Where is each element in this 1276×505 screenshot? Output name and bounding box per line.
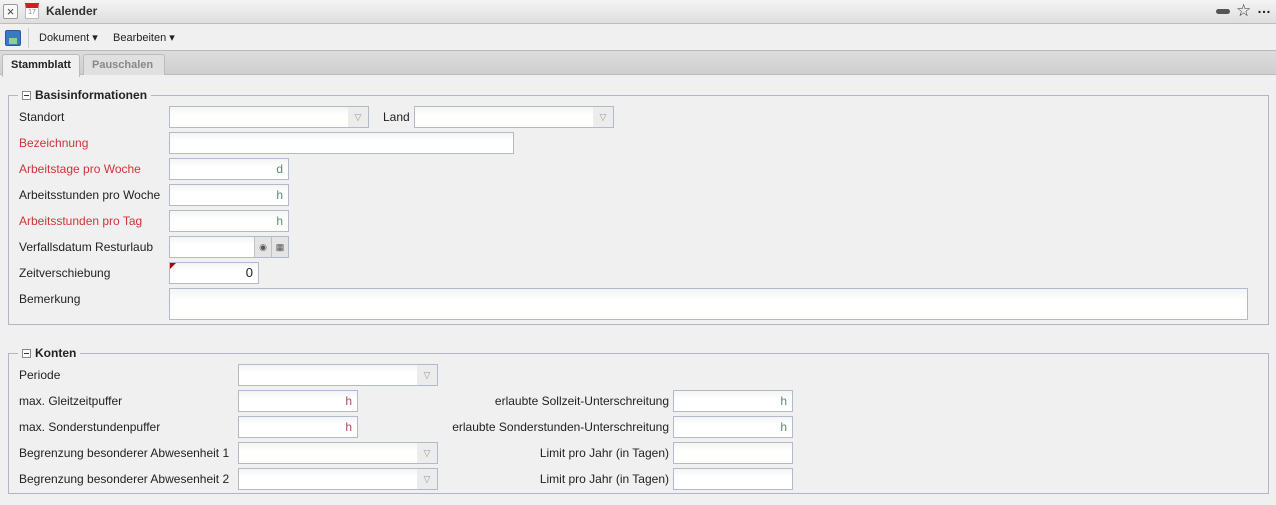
pin-icon[interactable] — [1216, 9, 1230, 14]
konten-legend[interactable]: Konten — [18, 346, 81, 360]
value: 0 — [245, 265, 253, 280]
unit: h — [780, 394, 787, 408]
section-title: Konten — [35, 346, 77, 360]
more-icon[interactable]: … — [1257, 0, 1271, 16]
save-icon[interactable] — [5, 30, 21, 46]
chevron-down-icon[interactable]: ▽ — [417, 365, 437, 385]
sonderstunden-label: max. Sonderstundenpuffer — [19, 420, 161, 434]
divider — [28, 28, 29, 48]
standort-select[interactable]: ▽ — [169, 106, 369, 128]
star-icon[interactable]: ☆ — [1236, 1, 1251, 21]
close-icon[interactable]: × — [3, 4, 18, 19]
window-title: Kalender — [46, 4, 98, 18]
abwesenheit2-label: Begrenzung besonderer Abwesenheit 2 — [19, 472, 230, 486]
periode-select[interactable]: ▽ — [238, 364, 438, 386]
toolbar: Dokument ▾ Bearbeiten ▾ — [0, 25, 1276, 51]
unit: h — [780, 420, 787, 434]
chevron-down-icon[interactable]: ▽ — [417, 469, 437, 489]
sonder-unter-label: erlaubte Sonderstunden-Unterschreitung — [452, 420, 669, 434]
arbeitstage-label: Arbeitstage pro Woche — [19, 162, 141, 176]
abwesenheit1-select[interactable]: ▽ — [238, 442, 438, 464]
abwesenheit2-select[interactable]: ▽ — [238, 468, 438, 490]
calendar-picker-icon[interactable]: ▦ — [271, 237, 288, 257]
periode-label: Periode — [19, 368, 61, 382]
land-label: Land — [383, 110, 410, 124]
sonderstunden-input[interactable]: h — [238, 416, 358, 438]
bezeichnung-input[interactable] — [169, 132, 514, 154]
calendar-icon: 17 — [25, 3, 39, 19]
chevron-down-icon[interactable]: ▽ — [348, 107, 368, 127]
tab-pauschalen[interactable]: Pauschalen — [83, 54, 165, 75]
bezeichnung-label: Bezeichnung — [19, 136, 89, 150]
unit: h — [276, 188, 283, 202]
section-title: Basisinformationen — [35, 88, 148, 102]
abwesenheit1-label: Begrenzung besonderer Abwesenheit 1 — [19, 446, 230, 460]
gleitzeit-input[interactable]: h — [238, 390, 358, 412]
stunden-woche-label: Arbeitsstunden pro Woche — [19, 188, 161, 202]
sollzeit-label: erlaubte Sollzeit-Unterschreitung — [494, 394, 669, 408]
bemerkung-label: Bemerkung — [19, 292, 81, 306]
menu-dokument[interactable]: Dokument ▾ — [39, 31, 98, 44]
stunden-tag-label: Arbeitsstunden pro Tag — [19, 214, 143, 228]
chevron-down-icon[interactable]: ▽ — [593, 107, 613, 127]
unit: h — [345, 420, 352, 434]
unit: d — [276, 162, 283, 176]
standort-label: Standort — [19, 110, 65, 124]
collapse-icon[interactable] — [22, 90, 31, 100]
sonder-unter-input[interactable]: h — [673, 416, 793, 438]
zeitverschiebung-label: Zeitverschiebung — [19, 266, 111, 280]
changed-marker — [170, 263, 176, 269]
gleitzeit-label: max. Gleitzeitpuffer — [19, 394, 123, 408]
title-bar: × 17 Kalender ☆ … — [0, 0, 1276, 24]
limit2-label: Limit pro Jahr (in Tagen) — [539, 472, 669, 486]
clear-icon[interactable]: ◉ — [254, 237, 271, 257]
arbeitstage-input[interactable]: d — [169, 158, 289, 180]
limit1-label: Limit pro Jahr (in Tagen) — [539, 446, 669, 460]
verfall-label: Verfallsdatum Resturlaub — [19, 240, 154, 254]
tab-stammblatt[interactable]: Stammblatt — [2, 54, 80, 77]
limit1-input[interactable] — [673, 442, 793, 464]
collapse-icon[interactable] — [22, 348, 31, 358]
bemerkung-textarea[interactable] — [169, 288, 1248, 320]
basisinformationen-legend[interactable]: Basisinformationen — [18, 88, 152, 102]
unit: h — [276, 214, 283, 228]
limit2-input[interactable] — [673, 468, 793, 490]
sollzeit-input[interactable]: h — [673, 390, 793, 412]
unit: h — [345, 394, 352, 408]
menu-bearbeiten[interactable]: Bearbeiten ▾ — [113, 31, 175, 44]
zeitverschiebung-input[interactable]: 0 — [169, 262, 259, 284]
stunden-tag-input[interactable]: h — [169, 210, 289, 232]
land-select[interactable]: ▽ — [414, 106, 614, 128]
verfall-date-input[interactable]: ◉ ▦ — [169, 236, 289, 258]
chevron-down-icon[interactable]: ▽ — [417, 443, 437, 463]
stunden-woche-input[interactable]: h — [169, 184, 289, 206]
tab-strip: Stammblatt Pauschalen — [0, 51, 1276, 77]
